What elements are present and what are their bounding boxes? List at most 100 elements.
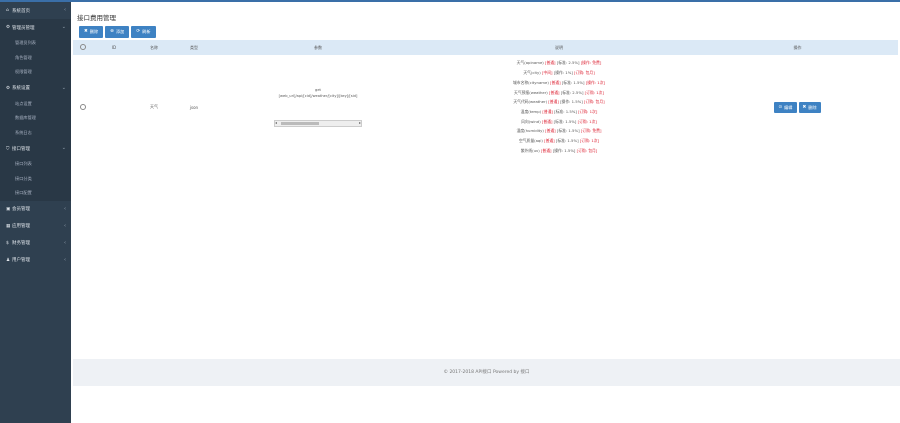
sidebar-group[interactable]: ⚙ 管理员管理 ⌄ bbox=[0, 19, 71, 36]
description-fragment: [订购: 1次] bbox=[579, 138, 600, 144]
sidebar-group[interactable]: ♟ 用户管理 ‹ bbox=[0, 252, 71, 269]
description-fragment: [标准: 1.5%] bbox=[561, 79, 585, 85]
description-fragment: 天气(apiname) bbox=[516, 60, 545, 66]
description-fragment: [订购: 1次] bbox=[578, 109, 598, 114]
sidebar-item[interactable]: 接口列表 bbox=[0, 157, 71, 172]
table-row: 天气 json get [web_url]/api/[cid]/weather/… bbox=[73, 55, 898, 159]
edit-button[interactable]: ⊙ 编辑 bbox=[774, 101, 797, 113]
horizontal-scrollbar[interactable]: ◂ ▸ bbox=[274, 119, 362, 127]
scrollbar-thumb[interactable] bbox=[281, 121, 319, 125]
description-line: 空气质量(aqi) [普通] [标准: 1.5%] [订购: 1次] bbox=[421, 136, 697, 146]
sidebar-group[interactable]: ▦ 应用管理 ‹ bbox=[0, 218, 71, 235]
description-cell: 天气(apiname) [普通] [标准: 2.5%] [操作: 免费] 天气(c… bbox=[421, 55, 697, 159]
description-fragment: [操作: 1.5%] bbox=[560, 99, 583, 105]
refresh-icon: ⟳ bbox=[136, 29, 141, 34]
delete-button-label: 删除 bbox=[89, 29, 99, 34]
select-all-checkbox[interactable] bbox=[80, 44, 86, 50]
sidebar-group[interactable]: ▣ 会员管理 ‹ bbox=[0, 201, 71, 218]
description-fragment: [订购: 包月] bbox=[583, 99, 605, 105]
sidebar-submenu: 管理员列表 角色管理 权限管理 bbox=[0, 36, 71, 80]
description-fragment: [操作: 1.5%] bbox=[552, 147, 576, 153]
chevron-down-icon: ⌄ bbox=[61, 145, 66, 151]
description-fragment: [操作: 1次] bbox=[585, 79, 605, 85]
description-fragment: [普通] bbox=[550, 79, 561, 85]
sidebar-submenu: 站点设置 数据库管理 系统日志 bbox=[0, 96, 71, 141]
description-fragment: [订购: 1次] bbox=[577, 118, 597, 124]
scroll-left-arrow-icon[interactable]: ◂ bbox=[275, 120, 277, 125]
sidebar-item[interactable]: 管理员列表 bbox=[0, 36, 71, 51]
sidebar-group-label: 管理员管理 bbox=[12, 25, 35, 31]
description-line: 温度(temp) [普通] [标准: 1.5%] [订购: 1次] bbox=[421, 107, 697, 117]
description-line: 湿度(humidity) [普通] [标准: 1.5%] [订购: 免费] bbox=[421, 126, 697, 136]
column-header-name[interactable]: 名称 bbox=[135, 40, 173, 55]
column-header-description[interactable]: 说明 bbox=[421, 40, 697, 55]
description-fragment: 紫外线(uv) bbox=[520, 147, 541, 153]
sidebar-item[interactable]: 数据库管理 bbox=[0, 111, 71, 126]
select-all-header[interactable] bbox=[73, 40, 93, 55]
sidebar-group-label: 财务管理 bbox=[12, 241, 30, 246]
scroll-right-arrow-icon[interactable]: ▸ bbox=[359, 120, 361, 125]
page-title: 接口费用管理 bbox=[77, 14, 116, 22]
sidebar-group[interactable]: ⌂ 系统首页 ‹ bbox=[0, 2, 71, 19]
add-button-label: 添加 bbox=[115, 29, 125, 34]
edit-button-label: 编辑 bbox=[784, 104, 793, 110]
sidebar-group-label: 接口管理 bbox=[12, 146, 30, 152]
refresh-button-label: 刷新 bbox=[142, 29, 151, 34]
description-fragment: 湿度(humidity) bbox=[516, 128, 546, 134]
chevron-left-icon: ‹ bbox=[64, 222, 66, 229]
description-fragment: [普通] bbox=[542, 109, 553, 114]
row-checkbox[interactable] bbox=[80, 103, 86, 110]
description-fragment: [标准: 2.5%] bbox=[556, 60, 580, 66]
description-fragment: [标准: 2.5%] bbox=[560, 89, 584, 95]
description-line: 天气(city) [中间] [操作: 1%] [订购: 包月] bbox=[421, 68, 697, 78]
description-line: 城市名称(cityname) [普通] [标准: 1.5%] [操作: 1次] bbox=[421, 78, 697, 88]
column-header-type[interactable]: 类型 bbox=[173, 40, 215, 55]
description-fragment: 天气(city) bbox=[523, 70, 542, 76]
description-fragment: [标准: 1.5%] bbox=[556, 128, 580, 134]
description-fragment: [普通] bbox=[544, 138, 555, 144]
row-delete-button[interactable]: ✖ 删除 bbox=[798, 101, 821, 113]
sidebar-item[interactable]: 接口分类 bbox=[0, 172, 71, 187]
param-url: [web_url]/api/[cid]/weather/[city]/[key]… bbox=[278, 93, 358, 98]
description-fragment: [普通] bbox=[541, 118, 553, 124]
sidebar-item[interactable]: 接口配置 bbox=[0, 186, 71, 201]
description-fragment: [普通] bbox=[548, 89, 560, 95]
toolbar: ✖ 删除 ⊕ 添加 ⟳ 刷新 bbox=[79, 26, 156, 38]
sidebar-group[interactable]: $ 财务管理 ‹ bbox=[0, 235, 71, 252]
row-actions: ⊙ 编辑 ✖ 删除 bbox=[697, 101, 898, 113]
chevron-down-icon: ⌄ bbox=[61, 24, 66, 30]
refresh-button[interactable]: ⟳ 刷新 bbox=[131, 26, 156, 38]
column-header-params[interactable]: 参数 bbox=[215, 40, 421, 55]
description-line: 天气预报(weather) [普通] [标准: 2.5%] [订购: 1次] bbox=[421, 88, 697, 98]
sidebar-item[interactable]: 站点设置 bbox=[0, 97, 71, 112]
sidebar-item[interactable]: 角色管理 bbox=[0, 51, 71, 66]
description-fragment: 风向(wind) bbox=[521, 118, 542, 124]
add-button[interactable]: ⊕ 添加 bbox=[105, 26, 130, 38]
description-fragment: [普通] bbox=[540, 147, 552, 153]
close-icon: ✖ bbox=[84, 29, 88, 34]
sidebar-item[interactable]: 系统日志 bbox=[0, 126, 71, 141]
sidebar-group-label: 系统设置 bbox=[12, 86, 30, 91]
sidebar-group[interactable]: ⚙ 系统设置 ⌄ bbox=[0, 79, 71, 97]
column-header-id[interactable]: ID bbox=[93, 40, 135, 55]
description-line: 紫外线(uv) [普通] [操作: 1.5%] [订购: 包月] bbox=[421, 146, 697, 156]
edit-icon: ⊙ bbox=[778, 104, 783, 110]
footer: © 2017-2018 API接口 Powered by 接口 bbox=[73, 359, 900, 386]
description-line: 风向(wind) [普通] [标准: 1.5%] [订购: 1次] bbox=[421, 117, 697, 127]
sidebar-group[interactable]: ⛉ 接口管理 ⌄ bbox=[0, 140, 71, 157]
delete-button[interactable]: ✖ 删除 bbox=[79, 26, 104, 38]
sidebar-group-label: 用户管理 bbox=[12, 258, 30, 263]
table-header-row: ID 名称 类型 参数 说明 操作 bbox=[73, 40, 898, 55]
description-fragment: [普通] bbox=[548, 99, 559, 105]
description-fragment: 温度(temp) bbox=[520, 109, 543, 114]
description-fragment: [中间] bbox=[541, 70, 553, 76]
description-fragment: 天气预报(weather) bbox=[514, 89, 549, 95]
description-line: 天气(apiname) [普通] [标准: 2.5%] [操作: 免费] bbox=[421, 58, 697, 68]
description-fragment: [普通] bbox=[544, 60, 556, 66]
description-fragment: [订购: 1次] bbox=[584, 89, 604, 95]
sidebar-group-label: 应用管理 bbox=[12, 224, 30, 229]
description-fragment: 城市名称(cityname) bbox=[513, 79, 551, 85]
description-fragment: [操作: 1%] bbox=[553, 70, 573, 76]
sidebar-item[interactable]: 权限管理 bbox=[0, 65, 71, 80]
description-fragment: [标准: 1.5%] bbox=[555, 138, 579, 144]
